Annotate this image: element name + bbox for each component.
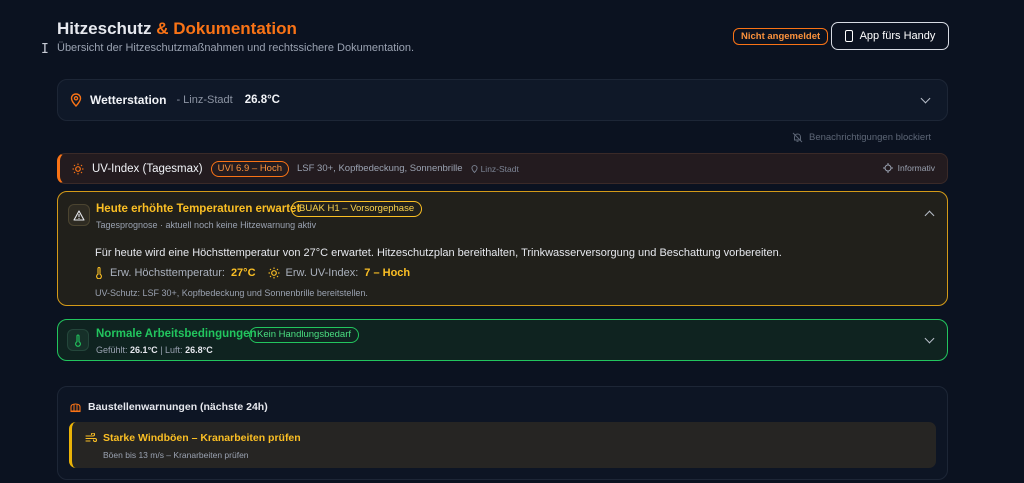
map-pin-icon — [471, 164, 478, 173]
wind-icon — [85, 433, 97, 443]
air-value: 26.8°C — [185, 345, 213, 355]
uv-index-card: UV-Index (Tagesmax) UVI 6.9 – Hoch LSF 3… — [57, 153, 948, 184]
text-cursor-icon: I — [41, 42, 49, 57]
sun-icon — [268, 267, 280, 279]
normal-conditions-card[interactable]: Normale Arbeitsbedingungen Kein Handlung… — [57, 319, 948, 361]
bell-off-icon — [792, 132, 803, 143]
felt-label: Gefühlt: — [96, 345, 128, 355]
heat-forecast-subtitle: Tagesprognose · aktuell noch keine Hitze… — [96, 220, 317, 230]
page-title-main: Hitzeschutz — [57, 19, 152, 38]
sun-icon — [72, 163, 84, 174]
buak-phase-badge: BUAK H1 – Vorsorgephase — [291, 201, 423, 217]
chevron-down-icon[interactable] — [920, 93, 931, 104]
site-warnings-title-label: Baustellenwarnungen (nächste 24h) — [88, 401, 268, 413]
normal-conditions-title: Normale Arbeitsbedingungen — [96, 328, 257, 340]
uv-protection-note: UV-Schutz: LSF 30+, Kopfbedeckung und So… — [95, 288, 368, 298]
weather-station-temperature: 26.8°C — [244, 94, 280, 106]
no-action-badge: Kein Handlungsbedarf — [249, 327, 360, 343]
notifications-blocked-status: Benachrichtigungen blockiert — [792, 132, 931, 143]
page-subtitle: Übersicht der Hitzeschutzmaßnahmen und r… — [57, 42, 415, 54]
uv-recommendation: LSF 30+, Kopfbedeckung, Sonnenbrille — [297, 163, 463, 174]
phone-icon — [844, 30, 853, 42]
weather-station-location: - Linz-Stadt — [176, 94, 233, 106]
heat-forecast-title: Heute erhöhte Temperaturen erwartet — [96, 203, 301, 215]
heat-forecast-card: Heute erhöhte Temperaturen erwartet BUAK… — [57, 191, 948, 306]
uv-info-status: Informativ — [882, 163, 935, 173]
expected-uv-value: 7 – Hoch — [364, 267, 411, 279]
site-warning-item: Starke Windböen – Kranarbeiten prüfen Bö… — [69, 422, 936, 468]
page-title-accent: & Dokumentation — [156, 19, 297, 38]
air-label: Luft: — [165, 345, 183, 355]
separator: | — [160, 345, 163, 355]
uv-index-title: UV-Index (Tagesmax) — [92, 162, 203, 175]
construction-icon — [70, 402, 81, 412]
uv-location: Linz-Stadt — [471, 164, 519, 174]
weather-station-name: Wetterstation — [90, 93, 167, 107]
login-status-badge[interactable]: Nicht angemeldet — [733, 28, 829, 45]
heat-forecast-body: Für heute wird eine Höchsttemperatur von… — [95, 247, 782, 259]
thermometer-icon — [96, 267, 102, 279]
wind-warning-title-label: Starke Windböen – Kranarbeiten prüfen — [103, 432, 301, 444]
chevron-up-icon[interactable] — [924, 210, 935, 221]
mobile-app-button[interactable]: App fürs Handy — [831, 22, 949, 50]
thermometer-icon-box — [67, 329, 89, 351]
mobile-app-button-label: App fürs Handy — [859, 30, 936, 42]
notifications-blocked-label: Benachrichtigungen blockiert — [809, 132, 931, 143]
map-pin-icon — [70, 93, 82, 107]
uv-index-badge: UVI 6.9 – Hoch — [210, 160, 289, 177]
weather-station-card[interactable]: Wetterstation - Linz-Stadt 26.8°C — [57, 79, 948, 121]
heat-metrics: Erw. Höchsttemperatur: 27°C Erw. UV-Inde… — [95, 267, 410, 279]
site-warnings-card: Baustellenwarnungen (nächste 24h) Starke… — [57, 386, 948, 480]
max-temp-value: 27°C — [230, 267, 256, 279]
wind-warning-detail: Böen bis 13 m/s – Kranarbeiten prüfen — [103, 450, 249, 460]
felt-value: 26.1°C — [130, 345, 158, 355]
thermometer-icon — [75, 333, 81, 347]
warning-triangle-icon — [73, 209, 85, 221]
expected-uv-label: Erw. UV-Index: — [285, 267, 359, 279]
page-title: Hitzeschutz & Dokumentation — [57, 19, 297, 39]
felt-air-temperatures: Gefühlt: 26.1°C | Luft: 26.8°C — [96, 345, 213, 355]
heat-warning-icon-box — [68, 204, 90, 226]
chevron-down-icon[interactable] — [924, 333, 935, 344]
site-warnings-title: Baustellenwarnungen (nächste 24h) — [70, 401, 268, 413]
wind-warning-title: Starke Windböen – Kranarbeiten prüfen — [85, 432, 301, 444]
max-temp-label: Erw. Höchsttemperatur: — [110, 267, 225, 279]
uv-info-label: Informativ — [897, 163, 935, 173]
crosshair-icon — [882, 163, 893, 173]
uv-location-label: Linz-Stadt — [480, 163, 519, 174]
